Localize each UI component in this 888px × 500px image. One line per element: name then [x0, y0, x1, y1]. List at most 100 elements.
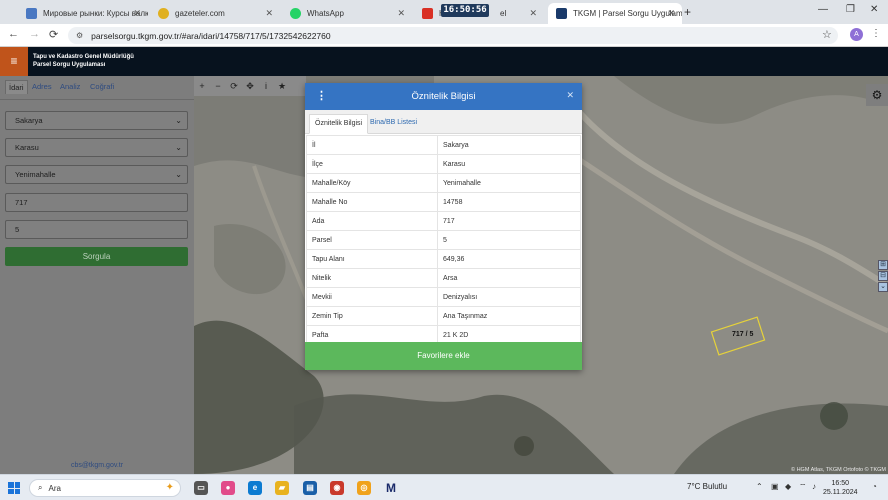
attribute-key: Zemin Tip: [306, 306, 438, 326]
tab-analiz[interactable]: Analiz: [60, 82, 80, 91]
browser-tab-tkgm[interactable]: TKGM | Parsel Sorgu Uygulamas ✕: [548, 3, 682, 24]
weather-widget[interactable]: 7°C Bulutlu: [687, 482, 727, 491]
table-row: Mahalle No 14758: [306, 192, 581, 212]
tab-buildings[interactable]: Bina/BB Listesi: [365, 114, 422, 134]
parcel-label: 717 / 5: [732, 331, 754, 338]
ilce-select[interactable]: Karasu ⌄: [5, 138, 188, 157]
browser-tab-gazeteler[interactable]: gazeteler.com ✕: [150, 3, 280, 24]
table-row: Ada 717: [306, 211, 581, 231]
attribute-key: İl: [306, 135, 438, 155]
ada-value: 717: [15, 198, 28, 207]
layer-icon[interactable]: ⌄: [878, 282, 888, 292]
attribute-value: Arsa: [437, 268, 581, 288]
file-explorer-icon[interactable]: ▰: [275, 481, 289, 495]
table-row: İl Sakarya: [306, 135, 581, 155]
attribute-key: Mevkii: [306, 287, 438, 307]
new-tab-button[interactable]: +: [684, 5, 691, 19]
chevron-down-icon: ⌄: [175, 116, 182, 125]
info-icon[interactable]: i: [258, 81, 274, 91]
tab-cografi[interactable]: Coğrafi: [90, 82, 114, 91]
pan-icon[interactable]: ✥: [242, 81, 258, 92]
map-attribution: © HGM Atlas, TKGM Ortofoto © TKGM: [790, 467, 886, 473]
layer-icon[interactable]: ⊞: [878, 260, 888, 270]
attribute-value: Karasu: [437, 154, 581, 174]
site-info-icon[interactable]: ⚙: [76, 31, 83, 40]
task-view-icon[interactable]: ▭: [194, 481, 208, 495]
store-icon[interactable]: ▤: [303, 481, 317, 495]
contact-email-link[interactable]: cbs@tkgm.gov.tr: [0, 462, 194, 469]
refresh-icon[interactable]: ⟳: [226, 81, 242, 92]
modal-title: Öznitelik Bilgisi: [411, 91, 476, 102]
ada-input[interactable]: 717: [5, 193, 188, 212]
restore-icon[interactable]: ❐: [846, 4, 855, 15]
browser-toolbar: ← → ⟳ ⚙ parselsorgu.tkgm.gov.tr/#ara/ida…: [0, 24, 888, 47]
favorite-star-icon[interactable]: ★: [274, 81, 290, 92]
taskbar-search[interactable]: ⌕ Ara ✦: [29, 479, 181, 497]
address-bar[interactable]: ⚙ parselsorgu.tkgm.gov.tr/#ara/idari/147…: [68, 27, 838, 44]
table-row: İlçe Karasu: [306, 154, 581, 174]
modal-header: ⋮ Öznitelik Bilgisi ✕: [305, 83, 582, 110]
tab-attributes[interactable]: Öznitelik Bilgisi: [309, 114, 369, 134]
table-row: Parsel 5: [306, 230, 581, 250]
window-close-icon[interactable]: ✕: [870, 4, 878, 15]
browser-tab-whatsapp[interactable]: WhatsApp ✕: [282, 3, 412, 24]
tab-favicon-icon: [290, 8, 301, 19]
table-row: Tapu Alanı 649,36: [306, 249, 581, 269]
gear-icon[interactable]: ⚙: [866, 84, 888, 106]
il-select[interactable]: Sakarya ⌄: [5, 111, 188, 130]
taskbar-clock[interactable]: 16:50 25.11.2024: [823, 479, 858, 497]
ilce-value: Karasu: [15, 143, 39, 152]
layer-icon[interactable]: ⊟: [878, 271, 888, 281]
edge-icon[interactable]: e: [248, 481, 262, 495]
minimize-icon[interactable]: —: [818, 4, 828, 15]
tray-app-icon[interactable]: ◆: [785, 482, 791, 491]
close-icon[interactable]: ✕: [667, 8, 675, 19]
tray-app-icon[interactable]: ▣: [771, 482, 779, 491]
attribute-value: 717: [437, 211, 581, 231]
back-icon[interactable]: ←: [8, 28, 19, 40]
mahalle-select[interactable]: Yenimahalle ⌄: [5, 165, 188, 184]
query-panel: İdari Adres Analiz Coğrafi Sakarya ⌄ Kar…: [0, 76, 194, 474]
tab-adres[interactable]: Adres: [32, 82, 52, 91]
chrome-icon[interactable]: ◎: [357, 481, 371, 495]
browser-menu-icon[interactable]: ⋮: [871, 28, 881, 39]
attribute-value: Sakarya: [437, 135, 581, 155]
hamburger-menu-icon[interactable]: ≡: [0, 47, 28, 76]
table-row: Zemin Tip Ana Taşınmaz: [306, 306, 581, 326]
zoom-in-icon[interactable]: +: [194, 81, 210, 91]
query-tabs: İdari Adres Analiz Coğrafi: [0, 76, 194, 100]
parsel-input[interactable]: 5: [5, 220, 188, 239]
taskbar-time: 16:50: [831, 480, 850, 487]
tray-chevron-icon[interactable]: ⌃: [756, 482, 763, 491]
tab-idari[interactable]: İdari: [5, 80, 28, 94]
windows-start-icon[interactable]: [8, 482, 20, 494]
sparkle-icon: ✦: [165, 482, 174, 493]
close-icon[interactable]: ✕: [265, 8, 273, 19]
url-text: parselsorgu.tkgm.gov.tr/#ara/idari/14758…: [91, 30, 331, 41]
notification-icon[interactable]: ◔: [872, 482, 877, 491]
speaker-icon[interactable]: ♪: [812, 482, 816, 491]
browser-tab-markets[interactable]: Мировые рынки: Курсы валю ✕: [18, 3, 148, 24]
agency-name: Tapu ve Kadastro Genel Müdürlüğü: [33, 54, 134, 60]
parsel-value: 5: [15, 225, 20, 234]
tab-favicon-icon: [158, 8, 169, 19]
add-favorite-button[interactable]: Favorilere ekle: [305, 342, 582, 370]
close-icon[interactable]: ✕: [133, 8, 141, 19]
tab-favicon-icon: [556, 8, 567, 19]
m-app-icon[interactable]: M: [384, 481, 398, 495]
reload-icon[interactable]: ⟳: [49, 28, 58, 41]
attribute-modal: ⋮ Öznitelik Bilgisi ✕ Öznitelik Bilgisi …: [305, 83, 582, 370]
profile-avatar[interactable]: A: [850, 28, 863, 41]
close-icon[interactable]: ✕: [566, 90, 574, 101]
forward-icon[interactable]: →: [29, 28, 40, 40]
bookmark-star-icon[interactable]: ☆: [822, 28, 832, 41]
app-name: Parsel Sorgu Uygulaması: [33, 62, 106, 68]
close-icon[interactable]: ✕: [529, 8, 537, 19]
zoom-out-icon[interactable]: −: [210, 81, 226, 91]
sorgula-button[interactable]: Sorgula: [5, 247, 188, 266]
wifi-icon[interactable]: ⌔: [799, 482, 807, 492]
tab-title-suffix: el: [500, 9, 507, 18]
app-icon[interactable]: ◉: [330, 481, 344, 495]
copilot-icon[interactable]: ●: [221, 481, 235, 495]
close-icon[interactable]: ✕: [397, 8, 405, 19]
